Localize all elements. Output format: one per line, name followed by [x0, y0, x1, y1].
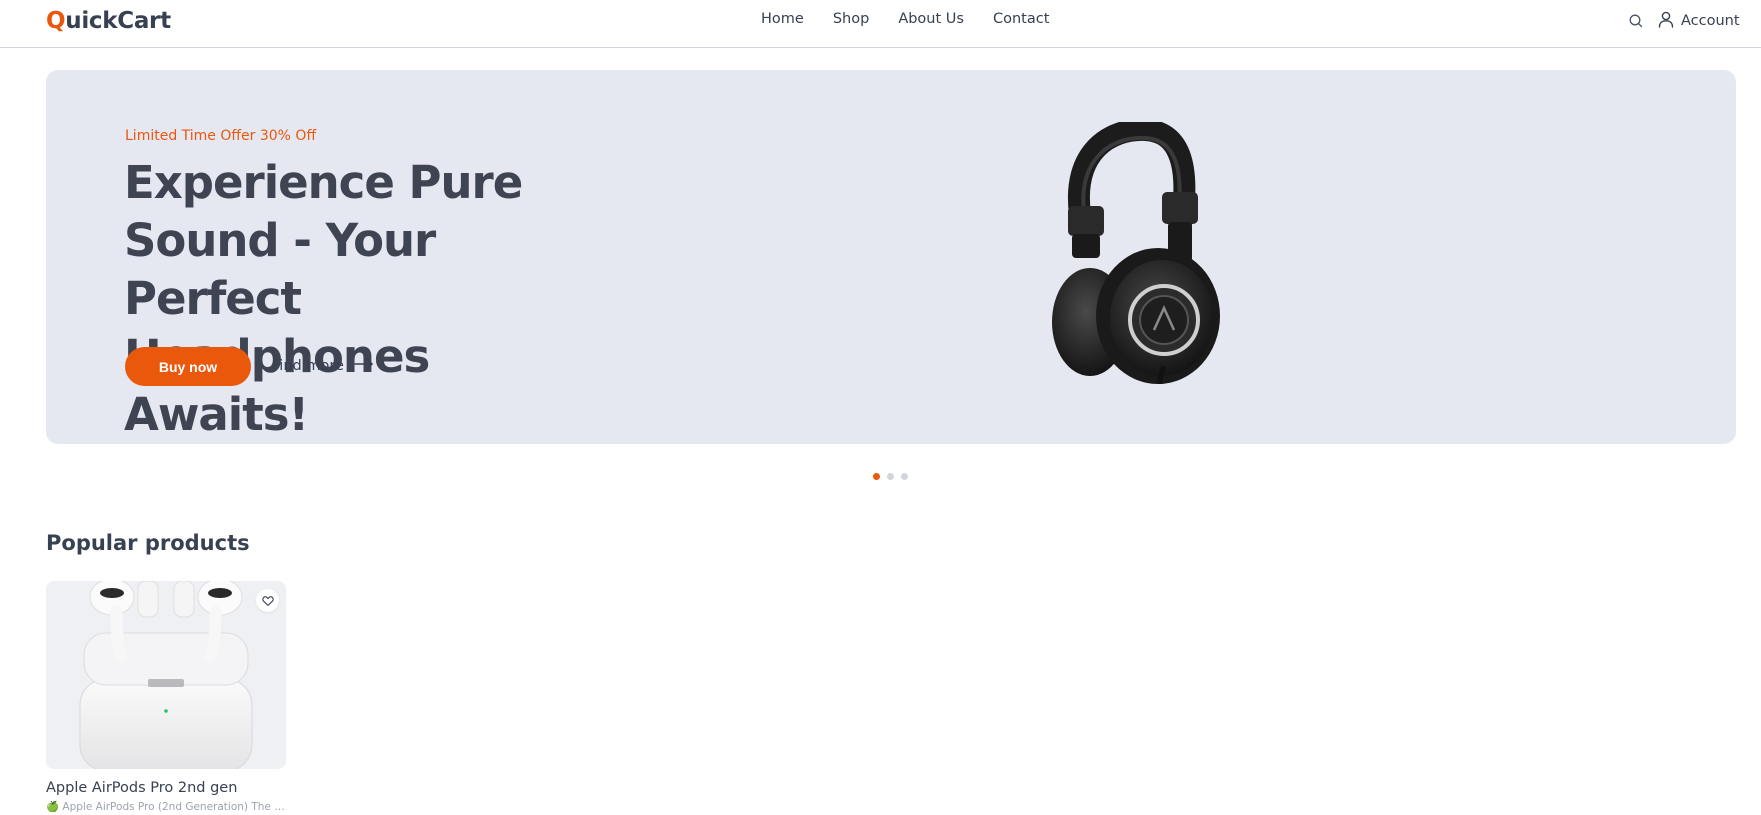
carousel-dot-1[interactable]: [873, 473, 880, 480]
account-label: Account: [1681, 13, 1740, 29]
logo-text: uickCart: [65, 8, 171, 34]
offer-text: Limited Time Offer 30% Off: [125, 128, 317, 144]
nav-contact[interactable]: Contact: [993, 11, 1049, 27]
logo-letter: Q: [46, 8, 66, 34]
airpods-image: [79, 581, 253, 769]
hero-headline: Experience Pure Sound - Your Perfect Hea…: [124, 156, 523, 441]
nav-about-us[interactable]: About Us: [898, 11, 964, 27]
main-nav: Home Shop About Us Contact: [761, 11, 1049, 27]
account-button[interactable]: Account: [1657, 10, 1740, 32]
hero-banner: Limited Time Offer 30% Off Experience Pu…: [46, 70, 1736, 444]
search-icon[interactable]: [1628, 13, 1644, 29]
carousel-dot-2[interactable]: [887, 473, 894, 480]
nav-home[interactable]: Home: [761, 11, 804, 27]
section-title: Popular products: [46, 531, 250, 555]
heart-icon[interactable]: [256, 589, 279, 612]
top-header: QuickCart Home Shop About Us Contact Acc…: [0, 0, 1761, 48]
find-more-link[interactable]: Find more: [272, 357, 374, 375]
product-card[interactable]: Apple AirPods Pro 2nd gen 🍏 Apple AirPod…: [46, 581, 286, 813]
find-more-label: Find more: [272, 358, 344, 374]
product-description: 🍏 Apple AirPods Pro (2nd Generation) The…: [46, 801, 286, 813]
product-name[interactable]: Apple AirPods Pro 2nd gen: [46, 780, 286, 796]
buy-now-button[interactable]: Buy now: [125, 347, 251, 386]
logo[interactable]: QuickCart: [46, 8, 171, 34]
user-icon: [1657, 10, 1675, 32]
headphones-image: [1050, 118, 1230, 385]
arrow-right-icon: [354, 357, 374, 375]
carousel-dot-3[interactable]: [901, 473, 908, 480]
product-image[interactable]: [46, 581, 286, 769]
carousel-dots: [873, 473, 908, 480]
nav-shop[interactable]: Shop: [833, 11, 869, 27]
